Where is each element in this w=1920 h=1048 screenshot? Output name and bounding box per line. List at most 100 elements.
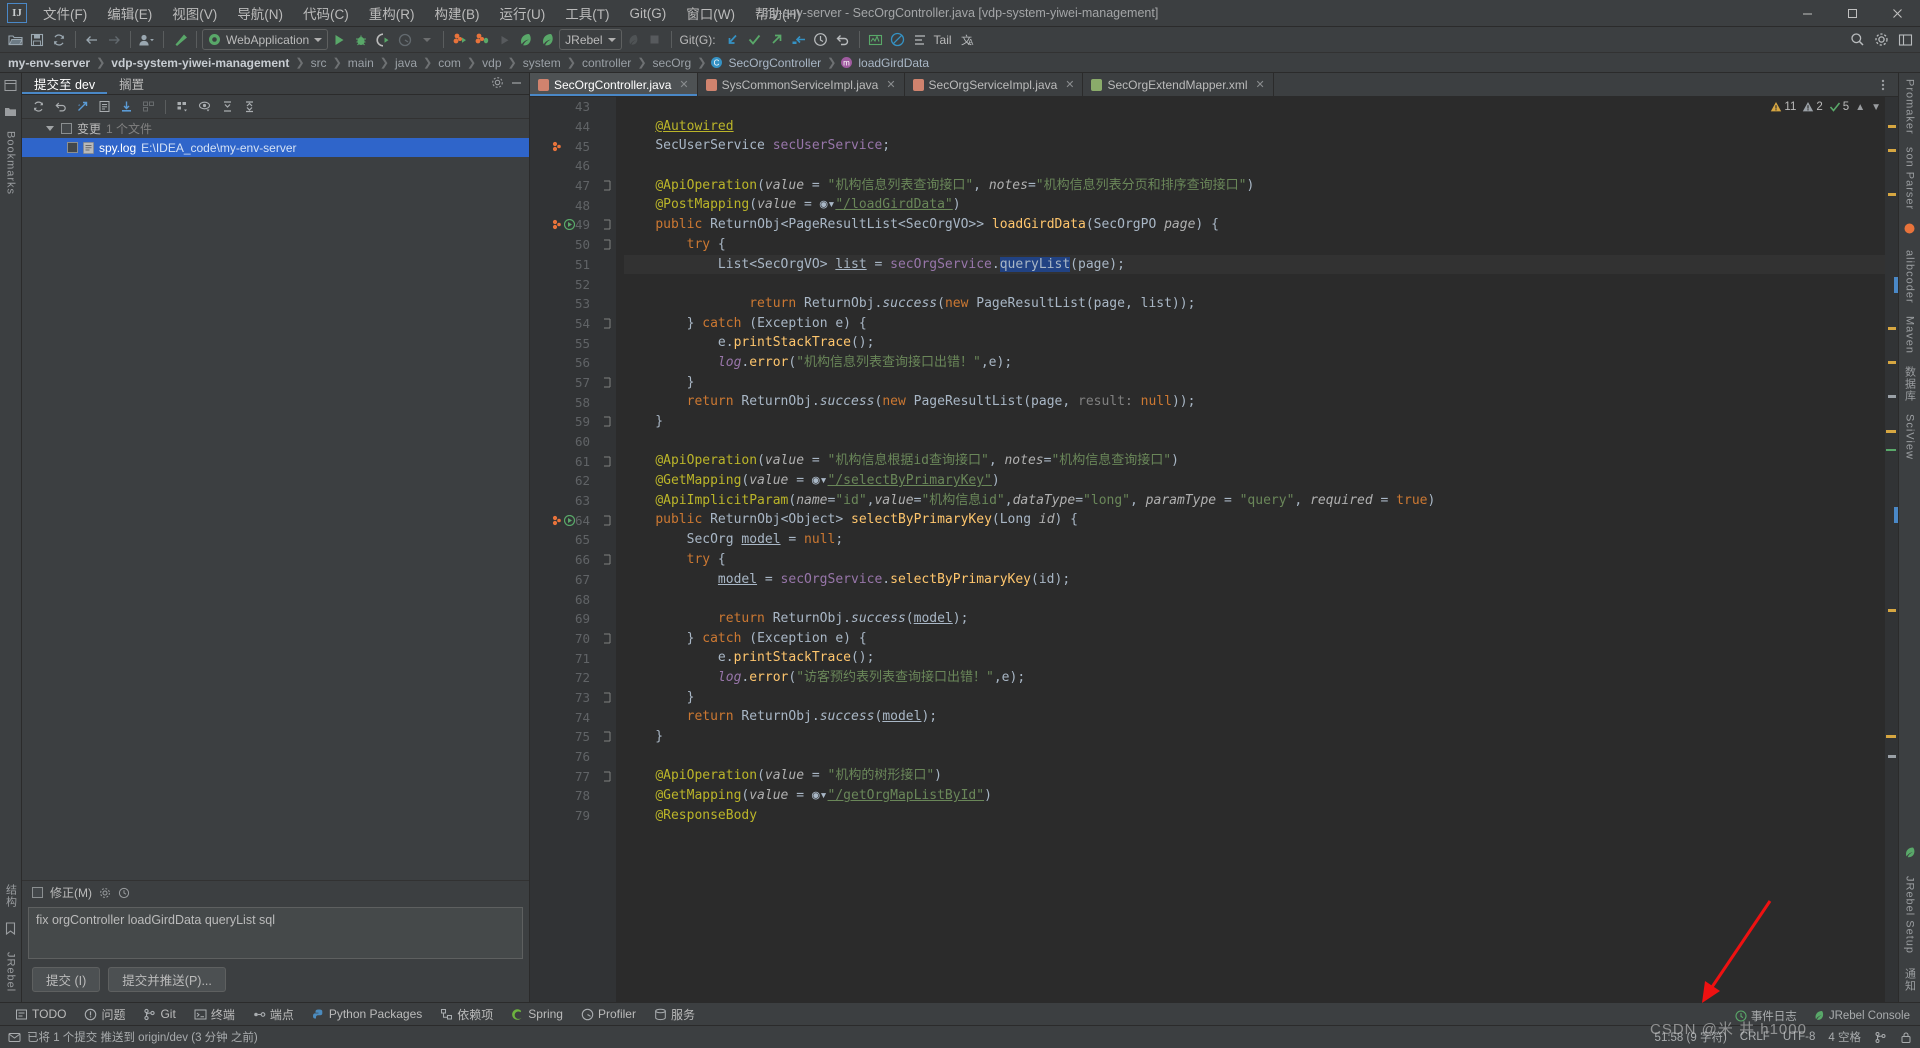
- breadcrumb-item-5[interactable]: com: [436, 56, 463, 70]
- menu-view[interactable]: 视图(V): [162, 0, 227, 26]
- toolwindow-git[interactable]: Git: [134, 1004, 184, 1025]
- fold-marker[interactable]: [598, 412, 616, 432]
- fold-marker[interactable]: [598, 727, 616, 747]
- commit-checkmark-icon[interactable]: [744, 29, 766, 51]
- jrebel-debug-icon[interactable]: [471, 29, 493, 51]
- weak-warning-badge[interactable]: 2: [1802, 101, 1823, 113]
- maximize-button[interactable]: [1830, 0, 1875, 27]
- commit-button[interactable]: 提交 (I): [32, 967, 101, 992]
- minimize-button[interactable]: [1785, 0, 1830, 27]
- code-line[interactable]: @GetMapping(value = ◉▾"/selectByPrimaryK…: [624, 471, 1885, 491]
- menu-file[interactable]: 文件(F): [33, 0, 97, 26]
- amend-gear-icon[interactable]: [99, 887, 111, 899]
- jrebel-leaf-debug-icon[interactable]: [537, 29, 559, 51]
- history-clock-icon[interactable]: [810, 29, 832, 51]
- refresh-icon[interactable]: [28, 97, 48, 117]
- open-folder-icon[interactable]: [4, 29, 26, 51]
- rail-item-notifications[interactable]: 通知: [1902, 968, 1918, 992]
- group-icon[interactable]: [138, 97, 158, 117]
- rail-item-database[interactable]: 数据库: [1902, 366, 1918, 402]
- tab-shelf[interactable]: 搁置: [107, 73, 156, 94]
- menu-window[interactable]: 窗口(W): [676, 0, 745, 26]
- fold-marker[interactable]: [598, 629, 616, 649]
- code-line[interactable]: SecOrg model = null;: [624, 530, 1885, 550]
- menu-build[interactable]: 构建(B): [425, 0, 490, 26]
- warning-badge[interactable]: 11: [1770, 101, 1796, 113]
- commit-and-push-button[interactable]: 提交并推送(P)...: [108, 967, 226, 992]
- code-line[interactable]: try {: [624, 235, 1885, 255]
- change-file-row[interactable]: spy.log E:\IDEA_code\my-env-server: [22, 138, 529, 157]
- close-button[interactable]: [1875, 0, 1920, 27]
- changes-group-row[interactable]: 变更 1 个文件: [22, 119, 529, 138]
- fold-marker[interactable]: [598, 235, 616, 255]
- line-separator[interactable]: CRLF: [1740, 1031, 1770, 1043]
- toolwindow-todo[interactable]: TODO: [6, 1004, 75, 1025]
- jrebel-leaf-run-icon[interactable]: [515, 29, 537, 51]
- menu-code[interactable]: 代码(C): [293, 0, 359, 26]
- code-line[interactable]: log.error("机构信息列表查询接口出错！",e);: [624, 353, 1885, 373]
- fold-marker[interactable]: [598, 451, 616, 471]
- code-line[interactable]: e.printStackTrace();: [624, 333, 1885, 353]
- code-line[interactable]: }: [624, 688, 1885, 708]
- line-number-gutter[interactable]: 43 44 45 46 47 48 49 50 51 52 53 54 55 56 57 58 59 60 61 62…: [530, 97, 598, 1002]
- minimize-panel-icon[interactable]: [510, 76, 523, 92]
- run-bean-icon[interactable]: [552, 514, 575, 526]
- push-icon[interactable]: [766, 29, 788, 51]
- breadcrumb-item-9[interactable]: secOrg: [651, 56, 694, 70]
- event-log-item[interactable]: 事件日志: [1735, 1008, 1797, 1024]
- run-configuration-selector[interactable]: WebApplication: [202, 29, 329, 50]
- stop-icon[interactable]: [644, 29, 666, 51]
- changes-checkbox[interactable]: [61, 123, 72, 134]
- code-line[interactable]: return ReturnObj.success(new PageResultL…: [624, 392, 1885, 412]
- rail-item-jrebel-setup[interactable]: JRebel Setup: [1904, 876, 1916, 954]
- code-line[interactable]: }: [624, 412, 1885, 432]
- code-line[interactable]: } catch (Exception e) {: [624, 629, 1885, 649]
- close-tab-icon[interactable]: ✕: [1256, 78, 1265, 91]
- code-line[interactable]: @ResponseBody: [624, 806, 1885, 826]
- breadcrumb-item-2[interactable]: src: [309, 56, 329, 70]
- menu-edit[interactable]: 编辑(E): [97, 0, 162, 26]
- code-line[interactable]: SecUserService secUserService;: [624, 136, 1885, 156]
- profiler-dropdown-icon[interactable]: [416, 29, 438, 51]
- code-line[interactable]: @ApiOperation(value = "机构信息列表查询接口", note…: [624, 176, 1885, 196]
- rail-item-json-parser[interactable]: son Parser: [1904, 147, 1916, 210]
- code-line[interactable]: [624, 747, 1885, 767]
- code-line[interactable]: @Autowired: [624, 117, 1885, 137]
- rail-item-bookmarks[interactable]: Bookmarks: [5, 131, 17, 195]
- search-icon[interactable]: [1846, 29, 1868, 51]
- group-by-icon[interactable]: [173, 97, 193, 117]
- rail-item-structure[interactable]: 结构: [3, 884, 19, 908]
- rail-item-maven[interactable]: Maven: [1904, 316, 1916, 354]
- pull-icon[interactable]: [788, 29, 810, 51]
- code-line[interactable]: @GetMapping(value = ◉▾"/getOrgMapListByI…: [624, 786, 1885, 806]
- code-line[interactable]: model = secOrgService.selectByPrimaryKey…: [624, 570, 1885, 590]
- toolwindow-profiler[interactable]: Profiler: [572, 1004, 645, 1025]
- code-line[interactable]: }: [624, 373, 1885, 393]
- collapse-all-icon[interactable]: [239, 97, 259, 117]
- project-view-icon[interactable]: [4, 79, 17, 95]
- eye-icon[interactable]: [195, 97, 215, 117]
- commit-view-icon[interactable]: [4, 105, 17, 121]
- fold-marker[interactable]: [598, 550, 616, 570]
- code-line[interactable]: return ReturnObj.success(model);: [624, 609, 1885, 629]
- toolwindow-python-packages[interactable]: Python Packages: [303, 1004, 431, 1025]
- breadcrumb-item-7[interactable]: system: [521, 56, 563, 70]
- code-line[interactable]: [624, 274, 1885, 294]
- code-line[interactable]: @ApiImplicitParam(name="id",value="机构信息i…: [624, 491, 1885, 511]
- menu-run[interactable]: 运行(U): [490, 0, 556, 26]
- attach-icon[interactable]: [622, 29, 644, 51]
- breadcrumb-item-3[interactable]: main: [346, 56, 376, 70]
- menu-tools[interactable]: 工具(T): [555, 0, 619, 26]
- code-content[interactable]: @Autowired SecUserService secUserService…: [616, 97, 1885, 1002]
- gear-icon[interactable]: [491, 76, 504, 92]
- indent-setting[interactable]: 4 空格: [1828, 1029, 1861, 1045]
- run-with-coverage-icon[interactable]: [372, 29, 394, 51]
- toolwindow-services[interactable]: 服务: [645, 1004, 704, 1025]
- forward-arrow-icon[interactable]: [103, 29, 125, 51]
- menu-help[interactable]: 帮助(H): [745, 0, 811, 26]
- breadcrumb-item-4[interactable]: java: [393, 56, 419, 70]
- breadcrumb-item-0[interactable]: my-env-server: [6, 56, 92, 70]
- jrebel-leaf-icon[interactable]: [1903, 846, 1916, 862]
- profiler-icon[interactable]: [394, 29, 416, 51]
- code-line[interactable]: } catch (Exception e) {: [624, 314, 1885, 334]
